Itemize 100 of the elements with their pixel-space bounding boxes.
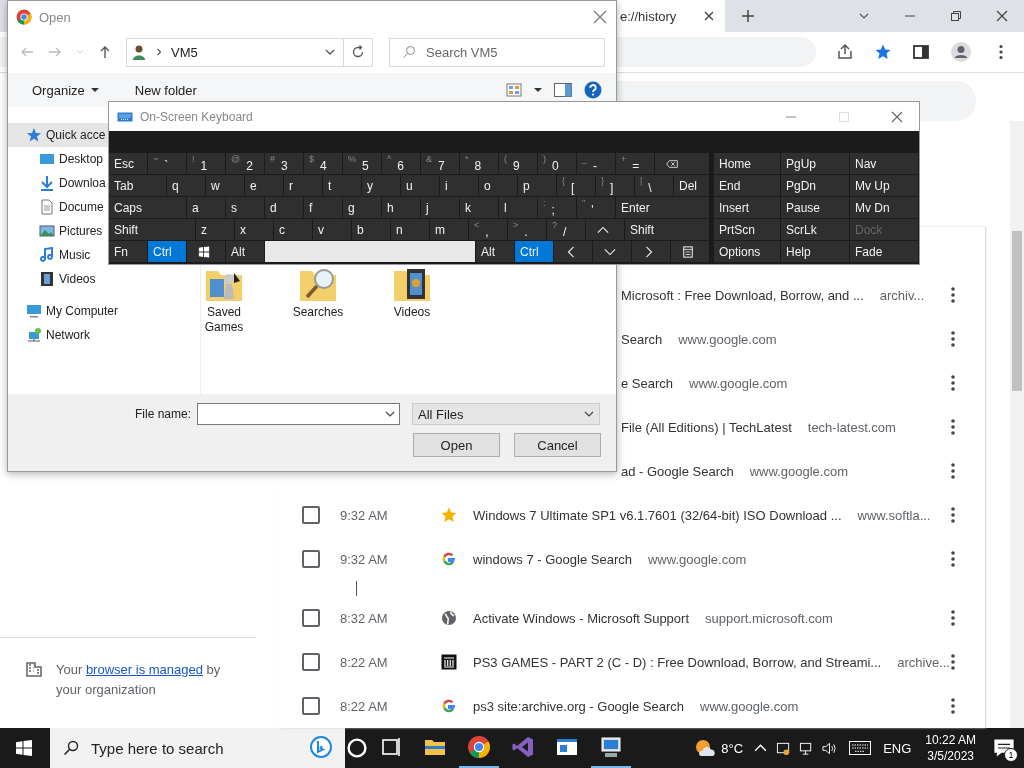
keyboard-key[interactable]: m xyxy=(430,219,468,240)
keyboard-key[interactable]: Shift xyxy=(625,219,709,240)
row-checkbox[interactable] xyxy=(302,697,320,715)
keyboard-key[interactable]: b xyxy=(352,219,390,240)
keyboard-key[interactable]: Enter xyxy=(616,197,709,218)
keyboard-key[interactable]: ! 1 xyxy=(187,153,225,174)
page-title[interactable]: Windows 7 Ultimate SP1 v6.1.7601 (32/64-bit) ISO Download ... xyxy=(473,507,842,523)
row-checkbox[interactable] xyxy=(302,550,320,568)
page-title[interactable]: windows 7 - Google Search xyxy=(473,551,632,567)
path-segment[interactable]: VM5 xyxy=(171,44,198,60)
caret-icon[interactable] xyxy=(534,86,542,94)
more-icon[interactable] xyxy=(951,698,955,714)
keyboard-key[interactable]: Shift xyxy=(109,219,195,240)
file-type-dropdown[interactable]: All Files xyxy=(412,403,600,425)
row-checkbox[interactable] xyxy=(302,609,320,627)
keyboard-key[interactable]: Caps xyxy=(109,197,186,218)
history-row[interactable]: 8:32 AM Activate Windows - Microsoft Support support.microsoft.com xyxy=(280,581,985,640)
new-tab-icon[interactable] xyxy=(741,9,755,23)
keyboard-key[interactable]: Tab xyxy=(109,175,166,196)
keyboard-key[interactable]: s xyxy=(226,197,264,218)
preview-pane-icon[interactable] xyxy=(554,83,572,97)
keyboard-key[interactable]: * 8 xyxy=(460,153,498,174)
keyboard-key[interactable]: w xyxy=(206,175,244,196)
keyboard-key[interactable]: n xyxy=(391,219,429,240)
keyboard-key[interactable]: Del xyxy=(674,175,709,196)
up-arrow-key[interactable] xyxy=(586,219,624,240)
keyboard-key[interactable]: Esc xyxy=(109,153,147,174)
folder-item[interactable]: Videos xyxy=(384,267,440,320)
keyboard-key[interactable]: Home xyxy=(714,153,780,174)
keyboard-key[interactable]: f xyxy=(304,197,342,218)
keyboard-key[interactable]: + = xyxy=(616,153,654,174)
keyboard-key[interactable]: # 3 xyxy=(265,153,303,174)
bing-icon[interactable] xyxy=(309,736,333,760)
keyboard-key[interactable]: c xyxy=(274,219,312,240)
keyboard-icon[interactable] xyxy=(849,741,872,755)
scrollbar-thumb[interactable] xyxy=(1012,231,1022,391)
history-row[interactable]: e Search www.google.com xyxy=(280,361,985,405)
close-icon[interactable] xyxy=(996,10,1008,22)
keyboard-key[interactable]: PrtScn xyxy=(714,219,780,240)
more-icon[interactable] xyxy=(951,551,955,567)
keyboard-key[interactable]: Ctrl xyxy=(515,241,553,262)
organize-button[interactable]: Organize xyxy=(26,78,105,102)
taskbar-search-field[interactable]: Type here to search xyxy=(89,738,299,758)
keyboard-key[interactable]: % 5 xyxy=(343,153,381,174)
more-icon[interactable] xyxy=(951,331,955,347)
keyboard-key[interactable]: < , xyxy=(469,219,507,240)
share-icon[interactable] xyxy=(836,43,854,61)
left-arrow-key[interactable] xyxy=(554,241,592,262)
keyboard-key[interactable]: x xyxy=(235,219,273,240)
keyboard-key[interactable]: t xyxy=(323,175,361,196)
history-row[interactable]: 9:32 AM windows 7 - Google Search www.google.com xyxy=(280,537,985,581)
input-language[interactable]: ENG xyxy=(883,740,912,756)
keyboard-key[interactable]: r xyxy=(284,175,322,196)
keyboard-key[interactable]: Alt xyxy=(226,241,264,262)
security-icon[interactable] xyxy=(776,740,792,756)
scrollbar[interactable] xyxy=(1010,121,1024,728)
keyboard-key[interactable]: | \ xyxy=(635,175,673,196)
notification-button[interactable]: 1 xyxy=(984,728,1024,768)
keyboard-key[interactable]: Mv Up xyxy=(850,175,918,196)
keyboard-key[interactable]: Pause xyxy=(781,197,849,218)
help-icon[interactable] xyxy=(584,81,602,99)
cancel-button[interactable]: Cancel xyxy=(514,433,601,457)
page-title[interactable]: ps3 site:archive.org - Google Search xyxy=(473,698,684,714)
history-row[interactable]: 8:22 AM ps3 site:archive.org - Google Search www.google.com xyxy=(280,684,985,728)
history-row[interactable]: 9:32 AM Windows 7 Ultimate SP1 v6.1.7601 (32/64-bit) ISO Download ... www.softla... xyxy=(280,493,985,537)
start-icon[interactable] xyxy=(16,740,32,756)
page-title[interactable]: Search xyxy=(621,331,663,347)
keyboard-key[interactable]: { [ xyxy=(557,175,595,196)
keyboard-key[interactable]: > . xyxy=(508,219,546,240)
temperature[interactable]: 8°C xyxy=(721,740,744,756)
keyboard-key[interactable]: " ' xyxy=(577,197,615,218)
keyboard-key[interactable]: e xyxy=(245,175,283,196)
keyboard-key[interactable]: _ - xyxy=(577,153,615,174)
side-panel-icon[interactable] xyxy=(912,43,930,61)
keyboard-key[interactable]: ScrLk xyxy=(781,219,849,240)
keyboard-key[interactable]: i xyxy=(440,175,478,196)
up-arrow-icon[interactable] xyxy=(98,45,112,59)
more-icon[interactable] xyxy=(951,375,955,391)
row-checkbox[interactable] xyxy=(302,506,320,524)
more-icon[interactable] xyxy=(951,463,955,479)
chevron-down-icon[interactable] xyxy=(385,409,395,419)
windows-key[interactable] xyxy=(187,241,225,262)
close-icon[interactable] xyxy=(891,110,903,123)
keyboard-key[interactable]: Fade xyxy=(850,241,918,262)
new-folder-button[interactable]: New folder xyxy=(128,78,203,102)
managed-link[interactable]: browser is managed xyxy=(85,662,203,677)
keyboard-key[interactable]: j xyxy=(421,197,459,218)
keyboard-key[interactable]: z xyxy=(196,219,234,240)
menu-key[interactable] xyxy=(671,241,709,262)
more-icon[interactable] xyxy=(951,287,955,303)
keyboard-key[interactable]: Alt xyxy=(476,241,514,262)
keyboard-key[interactable]: ~ ` xyxy=(148,153,186,174)
keyboard-key[interactable]: l xyxy=(499,197,537,218)
keyboard-key[interactable]: g xyxy=(343,197,381,218)
keyboard-key[interactable]: ? / xyxy=(547,219,585,240)
address-field[interactable]: VM5 xyxy=(126,37,373,67)
keyboard-key[interactable]: v xyxy=(313,219,351,240)
keyboard-key[interactable]: Fn xyxy=(109,241,147,262)
more-icon[interactable] xyxy=(951,610,955,626)
taskbar-search-box[interactable]: Type here to search xyxy=(50,728,345,768)
